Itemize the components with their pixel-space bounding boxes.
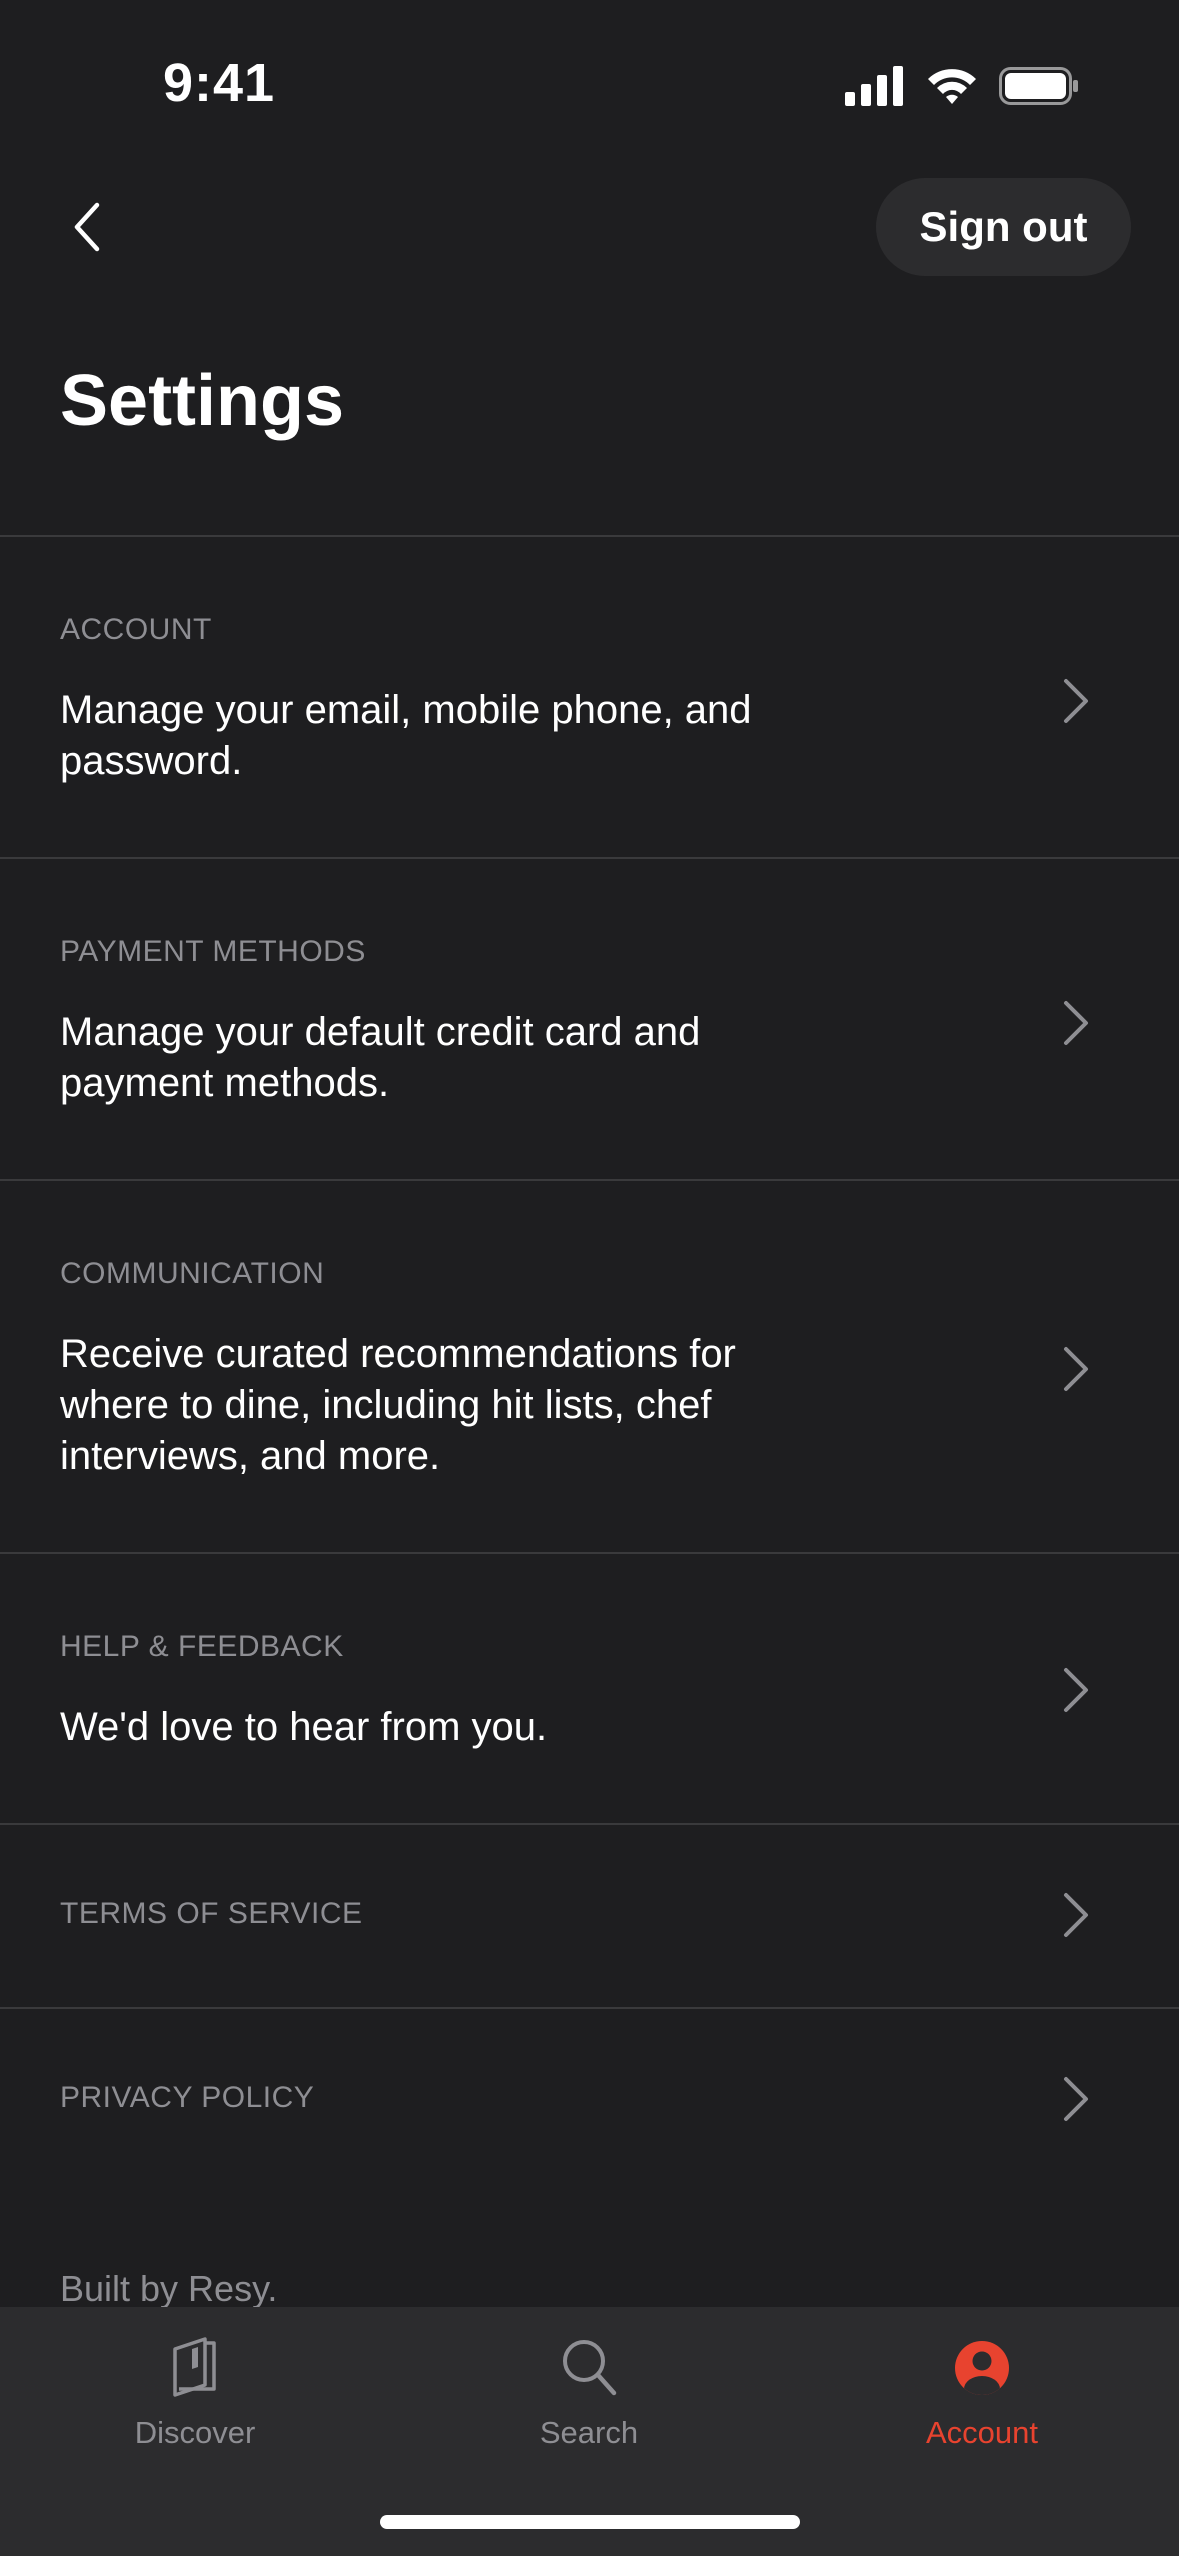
back-button[interactable] bbox=[52, 192, 122, 262]
tab-label: Search bbox=[539, 2415, 639, 2450]
tab-label: Account bbox=[925, 2415, 1038, 2450]
sign-out-button[interactable]: Sign out bbox=[876, 178, 1131, 276]
chevron-right-icon bbox=[1064, 1893, 1088, 1937]
chevron-right-icon bbox=[1064, 1001, 1088, 1045]
status-bar: 9:41 bbox=[0, 0, 1179, 170]
row-label: PAYMENT METHODS bbox=[60, 935, 366, 968]
settings-row-privacy-policy[interactable]: PRIVACY POLICY bbox=[0, 2007, 1179, 2191]
row-label: ACCOUNT bbox=[60, 613, 212, 646]
book-icon bbox=[173, 2337, 216, 2397]
wifi-icon bbox=[928, 69, 976, 104]
row-label: TERMS OF SERVICE bbox=[60, 1897, 363, 1930]
chevron-left-icon bbox=[74, 202, 100, 252]
home-indicator bbox=[380, 2515, 800, 2529]
footer-text: Built by Resy. bbox=[60, 2268, 278, 2309]
status-time: 9:41 bbox=[163, 53, 276, 113]
row-label: COMMUNICATION bbox=[60, 1257, 325, 1290]
row-description: Manage your default credit card and paym… bbox=[60, 1010, 701, 1105]
person-circle-icon bbox=[955, 2341, 1009, 2395]
chevron-right-icon bbox=[1064, 2077, 1088, 2121]
battery-icon bbox=[999, 67, 1078, 105]
settings-row-communication[interactable]: COMMUNICATION Receive curated recommenda… bbox=[0, 1179, 1179, 1552]
row-label: HELP & FEEDBACK bbox=[60, 1630, 344, 1663]
settings-row-account[interactable]: ACCOUNT Manage your email, mobile phone,… bbox=[0, 535, 1179, 857]
row-description: Manage your email, mobile phone, and pas… bbox=[60, 688, 752, 783]
tab-search[interactable]: Search bbox=[459, 2327, 719, 2477]
settings-list: ACCOUNT Manage your email, mobile phone,… bbox=[0, 535, 1179, 2191]
cellular-signal-icon bbox=[845, 66, 903, 106]
tab-label: Discover bbox=[134, 2415, 256, 2450]
row-description: Receive curated recommendations for wher… bbox=[60, 1332, 736, 1478]
row-label: PRIVACY POLICY bbox=[60, 2081, 315, 2114]
settings-row-payment-methods[interactable]: PAYMENT METHODS Manage your default cred… bbox=[0, 857, 1179, 1179]
chevron-right-icon bbox=[1064, 1347, 1088, 1391]
settings-row-terms-of-service[interactable]: TERMS OF SERVICE bbox=[0, 1823, 1179, 2007]
page-title: Settings bbox=[60, 361, 345, 441]
tab-account[interactable]: Account bbox=[852, 2327, 1112, 2477]
chevron-right-icon bbox=[1064, 679, 1088, 723]
settings-row-help-feedback[interactable]: HELP & FEEDBACK We'd love to hear from y… bbox=[0, 1552, 1179, 1823]
row-description: We'd love to hear from you. bbox=[60, 1705, 548, 1749]
search-icon bbox=[563, 2340, 617, 2396]
tab-discover[interactable]: Discover bbox=[65, 2327, 325, 2477]
chevron-right-icon bbox=[1064, 1668, 1088, 1712]
